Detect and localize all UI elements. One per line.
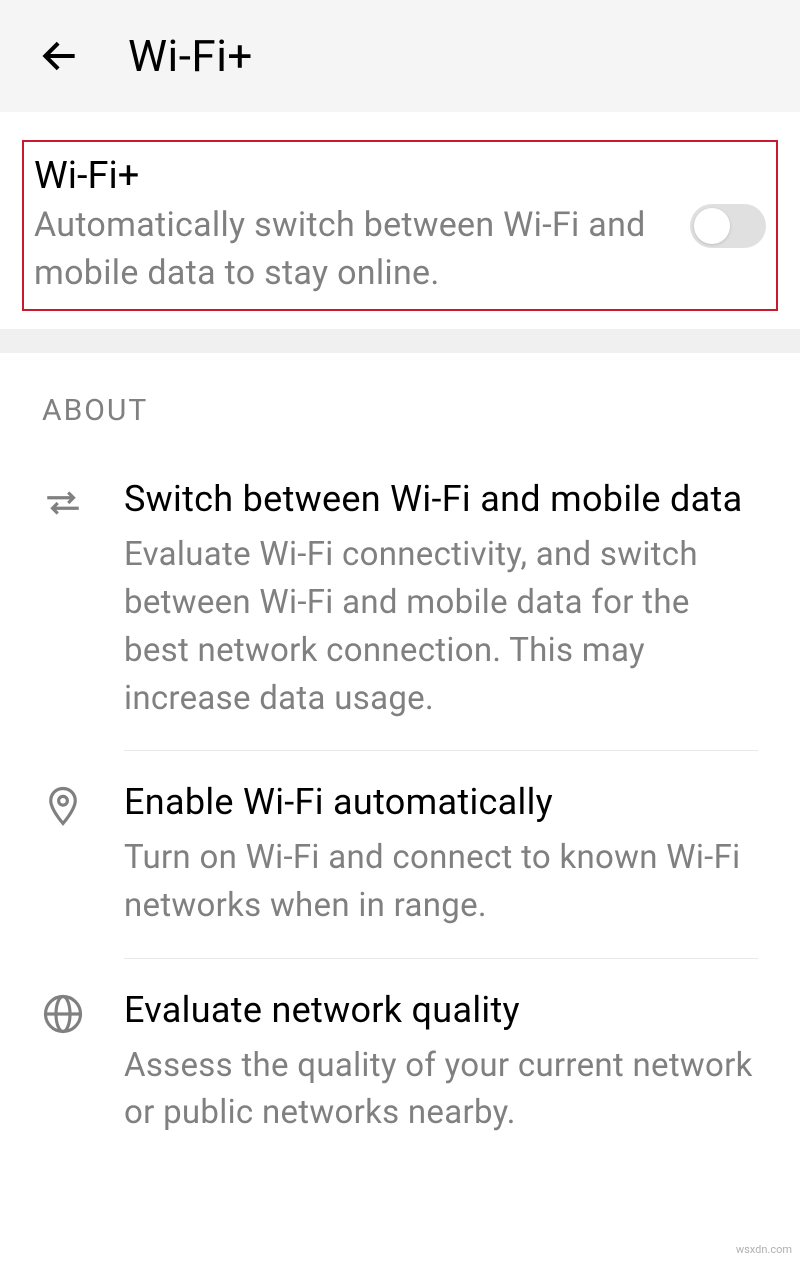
about-item-text: Evaluate network quality Assess the qual… <box>124 987 758 1137</box>
about-item-description: Evaluate Wi-Fi connectivity, and switch … <box>124 531 758 722</box>
about-item-text: Switch between Wi-Fi and mobile data Eva… <box>124 476 758 722</box>
page-title: Wi-Fi+ <box>128 30 253 82</box>
about-item-title: Enable Wi-Fi automatically <box>124 779 758 826</box>
wifi-plus-title: Wi-Fi+ <box>34 154 670 198</box>
globe-icon <box>42 993 84 1035</box>
wifi-plus-text: Wi-Fi+ Automatically switch between Wi-F… <box>34 154 670 297</box>
back-icon[interactable] <box>36 32 84 80</box>
header-bar: Wi-Fi+ <box>0 0 800 112</box>
about-section-label: ABOUT <box>0 353 800 448</box>
wifi-plus-toggle[interactable] <box>690 204 766 248</box>
watermark: wsxdn.com <box>736 1243 792 1256</box>
about-item-switch: Switch between Wi-Fi and mobile data Eva… <box>0 448 800 750</box>
about-item-description: Turn on Wi-Fi and connect to known Wi-Fi… <box>124 834 758 930</box>
wifi-plus-toggle-row[interactable]: Wi-Fi+ Automatically switch between Wi-F… <box>22 140 778 311</box>
switch-arrows-icon <box>42 482 84 524</box>
toggle-knob <box>694 208 730 244</box>
about-item-title: Evaluate network quality <box>124 987 758 1034</box>
about-item-description: Assess the quality of your current netwo… <box>124 1042 758 1138</box>
about-item-enable-auto: Enable Wi-Fi automatically Turn on Wi-Fi… <box>0 751 800 957</box>
about-item-text: Enable Wi-Fi automatically Turn on Wi-Fi… <box>124 779 758 929</box>
about-item-evaluate-quality: Evaluate network quality Assess the qual… <box>0 959 800 1165</box>
about-item-title: Switch between Wi-Fi and mobile data <box>124 476 758 523</box>
section-divider <box>0 329 800 353</box>
wifi-plus-description: Automatically switch between Wi-Fi and m… <box>34 202 670 297</box>
location-pin-icon <box>42 785 84 827</box>
